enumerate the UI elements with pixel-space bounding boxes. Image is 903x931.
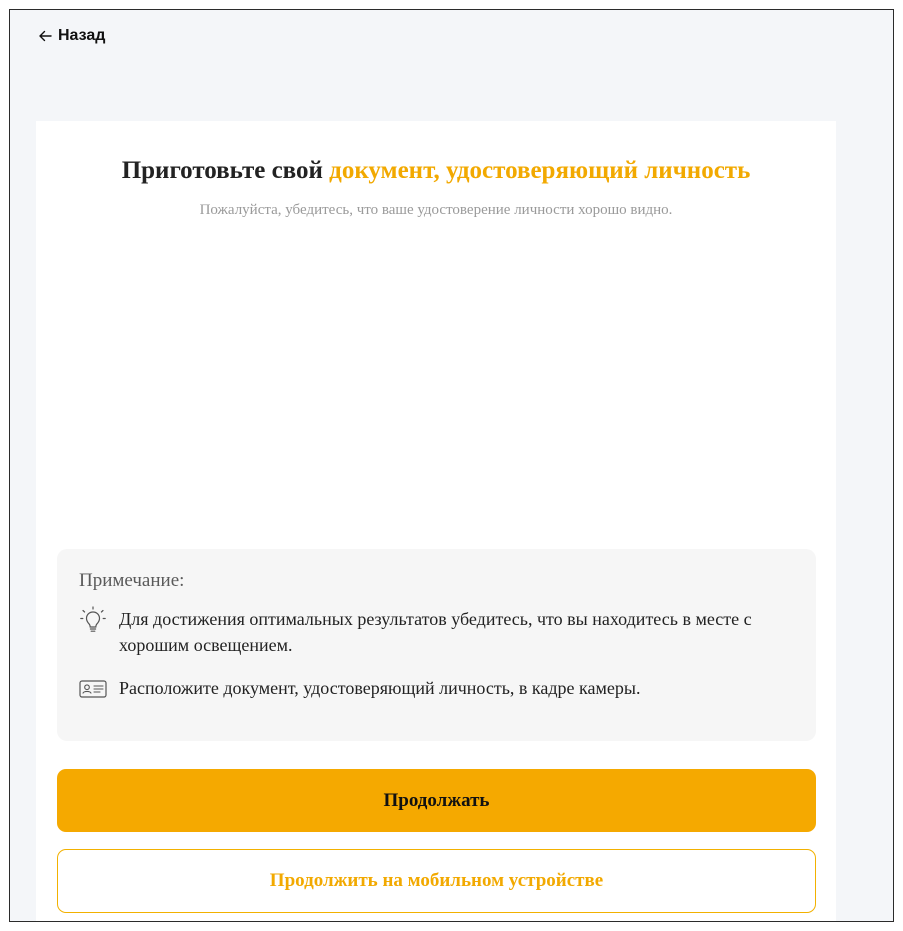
page-frame: Назад Приготовьте свой документ, удостов…	[9, 9, 894, 922]
arrow-left-icon	[38, 29, 52, 43]
page-subtitle: Пожалуйста, убедитесь, что ваше удостове…	[199, 202, 673, 218]
lightbulb-icon	[79, 606, 107, 634]
main-card: Приготовьте свой документ, удостоверяющи…	[36, 121, 836, 921]
title-accent: документ, удостоверяющий личность	[329, 157, 751, 184]
id-card-icon	[79, 675, 107, 703]
page-title: Приготовьте свой документ, удостоверяющи…	[36, 157, 836, 185]
note-box: Примечание: Для достижения оптимальных р…	[57, 549, 816, 741]
back-label: Назад	[58, 27, 106, 44]
note-heading: Примечание:	[79, 570, 185, 591]
note-item-lighting: Для достижения оптимальных результатов у…	[79, 606, 799, 658]
note-text-framing: Расположите документ, удостоверяющий лич…	[119, 678, 641, 698]
note-text-lighting: Для достижения оптимальных результатов у…	[119, 609, 752, 655]
title-prefix: Приготовьте свой	[121, 157, 330, 184]
note-item-framing: Расположите документ, удостоверяющий лич…	[79, 675, 799, 703]
continue-on-mobile-button[interactable]: Продолжить на мобильном устройстве	[57, 849, 816, 913]
back-link[interactable]: Назад	[38, 27, 105, 45]
continue-button[interactable]: Продолжать	[57, 769, 816, 832]
